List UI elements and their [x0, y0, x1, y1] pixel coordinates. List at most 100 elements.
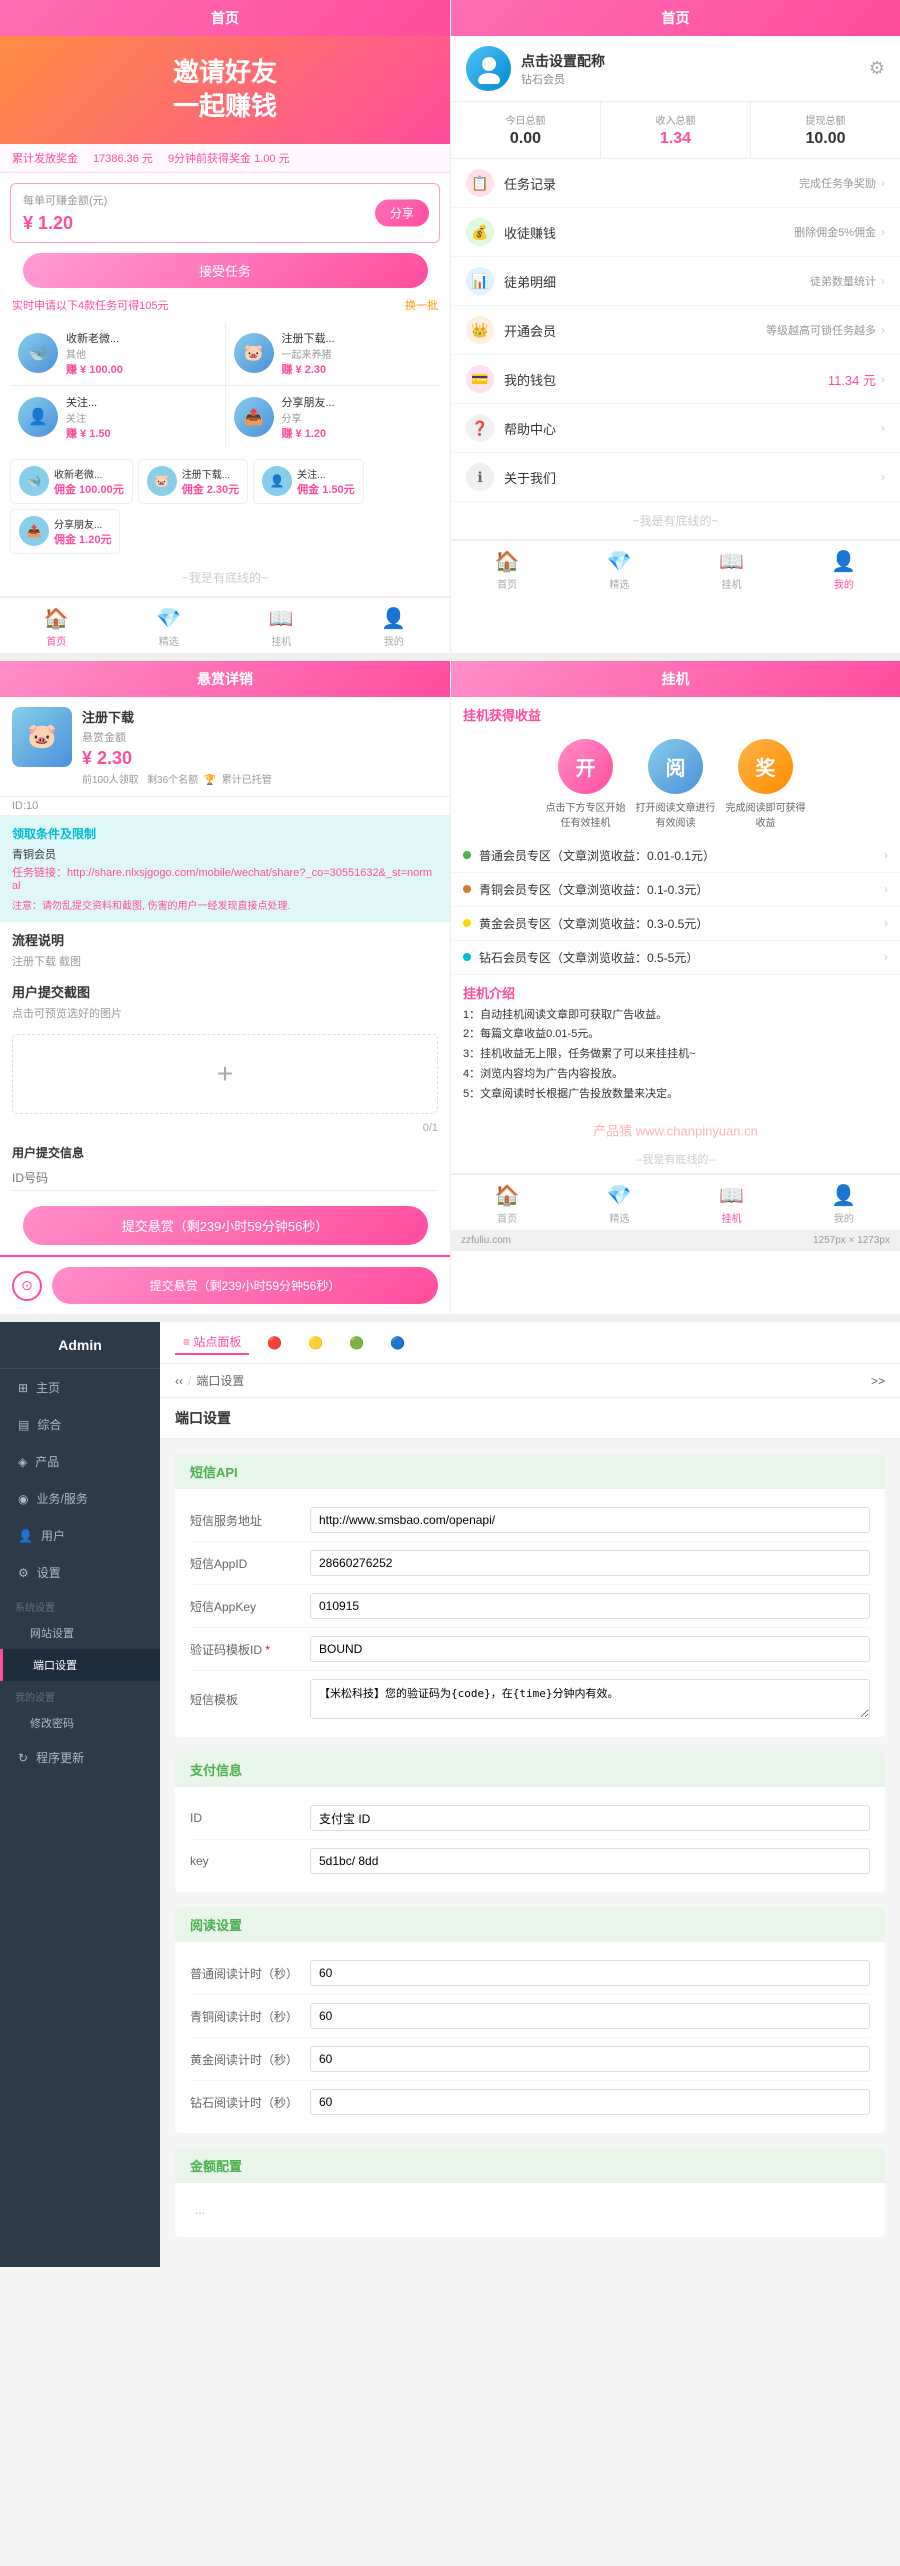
submit-button[interactable]: 提交悬赏（剩239小时59分钟56秒）	[23, 1206, 428, 1245]
sms-api-form: 短信服务地址 短信AppID 短信AppKey 验证码模板ID	[175, 1489, 885, 1737]
right-nav-home[interactable]: 🏠 首页	[451, 541, 563, 596]
pay-id-input[interactable]	[310, 1805, 870, 1831]
upload-area[interactable]: +	[12, 1034, 438, 1114]
circle-reward-group: 奖 完成阅读即可获得收益	[726, 739, 806, 829]
admin-menu-product[interactable]: ◈ 产品	[0, 1443, 160, 1480]
member-row-diamond[interactable]: 钻石会员专区（文章浏览收益：0.5-5元） ›	[451, 941, 900, 975]
left-nav-home[interactable]: 🏠 首页	[0, 598, 113, 653]
task-card-0[interactable]: 🐋 收新老微... 佣金 100.00元	[10, 459, 133, 504]
id-input[interactable]	[12, 1166, 438, 1191]
sms-url-input[interactable]	[310, 1507, 870, 1533]
appid-input[interactable]	[310, 1550, 870, 1576]
template-id-input[interactable]	[310, 1636, 870, 1662]
task-switch-link[interactable]: 换一批	[405, 297, 438, 313]
pay-key-input[interactable]	[310, 1848, 870, 1874]
admin-breadcrumb: ‹‹ / 端口设置 >>	[160, 1364, 900, 1398]
arrow-icon-1: ›	[881, 225, 885, 239]
entry-icon: ⊙	[12, 1271, 42, 1301]
breadcrumb-back[interactable]: ‹‹	[175, 1374, 183, 1388]
gold-read-input[interactable]	[310, 2046, 870, 2072]
topbar-panel[interactable]: ≡ 站点面板	[175, 1330, 249, 1355]
normal-read-input[interactable]	[310, 1960, 870, 1986]
settings-icon[interactable]: ⚙	[869, 58, 885, 79]
detail-header: 悬赏详销	[0, 661, 450, 697]
task-item-1[interactable]: 🐷 注册下载... 一起来养猪 赚 ¥ 2.30	[226, 322, 441, 385]
sms-template-input[interactable]: 【米松科技】您的验证码为{code}，在{time}分钟内有效。	[310, 1679, 870, 1719]
admin-menu-service[interactable]: ◉ 业务/服务	[0, 1480, 160, 1517]
admin-menu-user[interactable]: 👤 用户	[0, 1517, 160, 1554]
amount-config-card: 金额配置 ...	[175, 2148, 885, 2237]
m-nav-home[interactable]: 🏠 首页	[451, 1175, 563, 1230]
m-nav-select[interactable]: 💎 精选	[563, 1175, 675, 1230]
topbar-red[interactable]: 🔴	[259, 1333, 290, 1353]
conditions-link[interactable]: 任务链接：http://share.nlxsjgogo.com/mobile/w…	[12, 864, 438, 892]
circle-read-group: 阅 打开阅读文章进行有效阅读	[636, 739, 716, 829]
diamond-badge	[463, 953, 471, 961]
task-card-1[interactable]: 🐷 注册下载... 佣金 2.30元	[138, 459, 248, 504]
right-nav-mine[interactable]: 👤 我的	[788, 541, 900, 596]
circle-open-group: 开 点击下方专区开始任有效挂机	[546, 739, 626, 829]
admin-sub-website[interactable]: 网站设置	[0, 1617, 160, 1649]
circle-read[interactable]: 阅	[648, 739, 703, 794]
profile-name: 点击设置配称	[521, 51, 605, 71]
diamond-read-input[interactable]	[310, 2089, 870, 2115]
profile-avatar	[466, 46, 511, 91]
machine-bottom-bar: zzfuliu.com 1257px × 1273px	[451, 1230, 900, 1251]
appkey-input[interactable]	[310, 1593, 870, 1619]
menu-disciple[interactable]: 📊 徒弟明细 徒弟数量统计 ›	[451, 257, 900, 306]
circle-reward[interactable]: 奖	[738, 739, 793, 794]
admin-section-my: 我的设置	[0, 1681, 160, 1707]
topbar-green[interactable]: 🟢	[341, 1333, 372, 1353]
admin-sub-password[interactable]: 修改密码	[0, 1707, 160, 1739]
left-nav-machine[interactable]: 📖 挂机	[225, 598, 338, 653]
right-nav-machine[interactable]: 📖 挂机	[676, 541, 788, 596]
m-nav-machine[interactable]: 📖 挂机	[676, 1175, 788, 1230]
entry-button[interactable]: 提交悬赏（剩239小时59分钟56秒）	[52, 1267, 438, 1304]
disciple-icon: 📊	[466, 267, 494, 295]
form-row-appid: 短信AppID	[190, 1542, 870, 1585]
member-row-normal[interactable]: 普通会员专区（文章浏览收益：0.01-0.1元） ›	[451, 839, 900, 873]
accept-task-button[interactable]: 接受任务	[23, 253, 428, 288]
menu-invite-earn[interactable]: 💰 收徒赚钱 删除佣金5%佣金 ›	[451, 208, 900, 257]
task-card-info-2: 关注... 佣金 1.50元	[297, 466, 354, 497]
admin-menu-update[interactable]: ↻ 程序更新	[0, 1739, 160, 1776]
menu-wallet[interactable]: 💳 我的钱包 11.34 元 ›	[451, 355, 900, 404]
task-avatar-0: 🐋	[18, 333, 58, 373]
share-button[interactable]: 分享	[375, 199, 429, 226]
task-meta3: 累计已托管	[222, 775, 272, 786]
left-nav-select[interactable]: 💎 精选	[113, 598, 226, 653]
task-card-3[interactable]: 📤 分享朋友... 佣金 1.20元	[10, 509, 120, 554]
task-item-3[interactable]: 📤 分享朋友... 分享 赚 ¥ 1.20	[226, 386, 441, 449]
admin-menu-settings[interactable]: ⚙ 设置	[0, 1554, 160, 1591]
topbar-yellow[interactable]: 🟡	[300, 1333, 331, 1353]
menu-help[interactable]: ❓ 帮助中心 ›	[451, 404, 900, 453]
admin-sub-port[interactable]: 端口设置	[0, 1649, 160, 1681]
task-item-2[interactable]: 👤 关注... 关注 赚 ¥ 1.50	[10, 386, 225, 449]
menu-task-record[interactable]: 📋 任务记录 完成任务争奖励 ›	[451, 159, 900, 208]
task-card-2[interactable]: 👤 关注... 佣金 1.50元	[253, 459, 363, 504]
task-avatar-2: 👤	[18, 397, 58, 437]
task-card-icon-2: 👤	[262, 466, 292, 496]
topbar-blue[interactable]: 🔵	[382, 1333, 413, 1353]
left-nav-mine[interactable]: 👤 我的	[338, 598, 451, 653]
right-header: 首页	[451, 0, 900, 36]
bronze-read-input[interactable]	[310, 2003, 870, 2029]
circle-open[interactable]: 开	[558, 739, 613, 794]
right-nav-select[interactable]: 💎 精选	[563, 541, 675, 596]
menu-about[interactable]: ℹ 关于我们 ›	[451, 453, 900, 502]
section-divider-2	[0, 1314, 900, 1322]
admin-menu-main[interactable]: ⊞ 主页	[0, 1369, 160, 1406]
menu-vip[interactable]: 👑 开通会员 等级越高可锁任务越多 ›	[451, 306, 900, 355]
sms-api-card: 短信API 短信服务地址 短信AppID 短信AppKey	[175, 1454, 885, 1737]
upload-sub: 点击可预览选好的图片	[0, 1005, 450, 1026]
task-item-0[interactable]: 🐋 收新老微... 其他 赚 ¥ 100.00	[10, 322, 225, 385]
m-nav-mine[interactable]: 👤 我的	[788, 1175, 900, 1230]
machine-tips-title: 挂机获得收益	[451, 697, 900, 729]
admin-menu-general[interactable]: ▤ 综合	[0, 1406, 160, 1443]
form-row-normal-read: 普通阅读计时（秒）	[190, 1952, 870, 1995]
invite-banner: 邀请好友 一起赚钱	[0, 36, 450, 144]
profile-header: 点击设置配称 钻石会员 ⚙	[451, 36, 900, 102]
task-card-icon-0: 🐋	[19, 466, 49, 496]
member-row-bronze[interactable]: 青铜会员专区（文章浏览收益：0.1-0.3元） ›	[451, 873, 900, 907]
member-row-gold[interactable]: 黄金会员专区（文章浏览收益：0.3-0.5元） ›	[451, 907, 900, 941]
